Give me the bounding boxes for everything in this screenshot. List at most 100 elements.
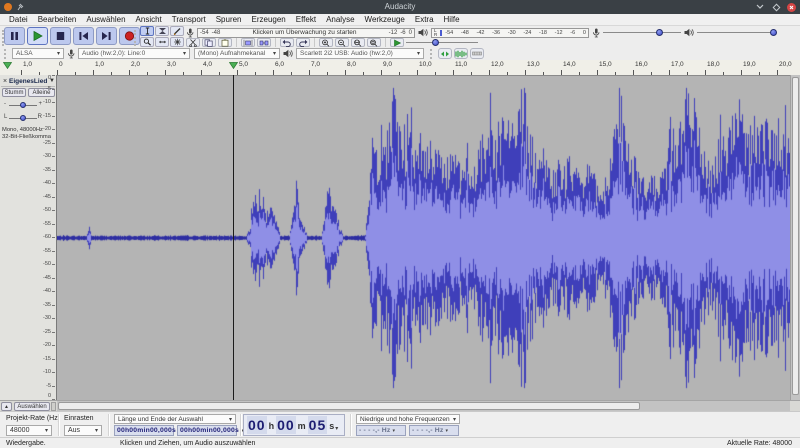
vertical-scrollbar[interactable] xyxy=(790,75,800,400)
skip-to-start-button[interactable] xyxy=(73,27,94,45)
minimize-button[interactable] xyxy=(755,2,765,12)
maximize-button[interactable] xyxy=(771,2,781,12)
audio-position-display[interactable]: 00 h 00 m 05 s ▾ xyxy=(243,414,345,436)
toolbar-separator xyxy=(314,38,315,47)
toolbar-grip[interactable] xyxy=(430,49,436,59)
skip-to-end-button[interactable] xyxy=(96,27,117,45)
db-label: -40 xyxy=(43,288,51,294)
timeline-pin-icon[interactable] xyxy=(3,62,12,69)
multi-tool-button[interactable] xyxy=(170,37,184,47)
menu-hilfe[interactable]: Hilfe xyxy=(439,14,465,26)
draw-tool-button[interactable] xyxy=(170,26,184,36)
track-close-button[interactable]: × xyxy=(1,78,9,85)
menu-auswhlen[interactable]: Auswählen xyxy=(81,14,130,26)
play-at-speed-button[interactable] xyxy=(390,38,404,47)
selection-mode-select[interactable]: Länge und Ende der Auswahl▾ xyxy=(114,414,236,424)
pause-button[interactable] xyxy=(4,27,25,45)
pan-knob[interactable] xyxy=(20,115,26,121)
play-volume-slider[interactable] xyxy=(697,28,775,37)
toolbar-grip[interactable] xyxy=(4,49,10,59)
menu-spuren[interactable]: Spuren xyxy=(211,14,247,26)
vertical-db-ruler[interactable]: 0-5-10-15-20-25-30-35-40-45-50-55-60-55-… xyxy=(40,75,55,400)
menu-effekt[interactable]: Effekt xyxy=(291,14,321,26)
menu-bearbeiten[interactable]: Bearbeiten xyxy=(33,14,82,26)
db-tick xyxy=(52,170,55,171)
menu-werkzeuge[interactable]: Werkzeuge xyxy=(360,14,410,26)
collapse-track-button[interactable]: ▲ xyxy=(1,402,12,411)
db-label: -25 xyxy=(43,329,51,335)
playback-device-select[interactable]: Scarlett 2i2 USB: Audio (hw:2,0)▾ xyxy=(296,48,424,59)
selection-end-field[interactable]: 00h00min00,000s▾ xyxy=(177,425,237,436)
time-shift-tool-button[interactable] xyxy=(155,37,169,47)
redo-button[interactable] xyxy=(296,38,310,47)
stop-button[interactable] xyxy=(50,27,71,45)
zoom-in-button[interactable] xyxy=(319,38,333,47)
recording-device-select[interactable]: Audio (hw:2,0): Line:0▾ xyxy=(78,48,190,59)
snap-select[interactable]: Aus▾ xyxy=(64,425,102,436)
menu-analyse[interactable]: Analyse xyxy=(321,14,359,26)
horizontal-scrollbar-thumb[interactable] xyxy=(58,402,640,410)
play-speed-knob[interactable] xyxy=(432,39,439,46)
copy-button[interactable] xyxy=(202,38,216,47)
selection-length-field[interactable]: 00h00min00,000s▾ xyxy=(114,425,174,436)
menu-transport[interactable]: Transport xyxy=(167,14,211,26)
ruler-label: 18,0 xyxy=(707,61,720,68)
status-playback: Wiedergabe. xyxy=(6,440,46,447)
playhead-marker-icon[interactable] xyxy=(229,62,238,69)
gain-slider[interactable]: - + xyxy=(4,100,42,110)
pan-slider[interactable]: L R xyxy=(4,113,42,123)
timeline-ruler[interactable]: 1,001,02,03,04,05,06,07,08,09,010,011,01… xyxy=(0,60,800,76)
horizontal-scrollbar[interactable] xyxy=(57,401,790,411)
track-waveform-area[interactable] xyxy=(57,75,790,400)
paste-button[interactable] xyxy=(218,38,232,47)
selection-tool-button[interactable] xyxy=(140,26,154,36)
menu-erzeugen[interactable]: Erzeugen xyxy=(247,14,291,26)
seek-button[interactable] xyxy=(454,48,468,59)
gain-knob[interactable] xyxy=(20,102,26,108)
slider-groove xyxy=(603,32,681,33)
db-tick xyxy=(52,386,55,387)
playhead-line xyxy=(233,75,234,400)
record-meter[interactable]: -54 -48 Klicken um Überwachung zu starte… xyxy=(197,28,415,38)
zoom-tool-button[interactable] xyxy=(140,37,154,47)
envelope-tool-button[interactable] xyxy=(155,26,169,36)
zoom-out-button[interactable] xyxy=(335,38,349,47)
ruler-label: 9,0 xyxy=(383,61,392,68)
play-speed-slider[interactable] xyxy=(406,38,478,47)
recording-channels-select[interactable]: (Mono) Aufnahmekanal▾ xyxy=(194,48,280,59)
meter-channel-label: R xyxy=(434,33,437,37)
menu-extra[interactable]: Extra xyxy=(410,14,439,26)
record-volume-slider[interactable] xyxy=(603,28,681,37)
spectral-high-field[interactable]: - - - -,- Hz▾ xyxy=(409,425,459,436)
play-meter[interactable]: LR -54-48-42-36-30-24-18-12-60 xyxy=(431,28,589,38)
menu-ansicht[interactable]: Ansicht xyxy=(131,14,167,26)
scrub-ruler-toggle[interactable] xyxy=(470,48,484,59)
zoom-fit-button[interactable] xyxy=(367,38,381,47)
ruler-label: 16,0 xyxy=(635,61,648,68)
close-button[interactable] xyxy=(787,3,796,12)
cut-button[interactable] xyxy=(186,38,200,47)
play-volume-knob[interactable] xyxy=(770,29,777,36)
meter-tick: -36 xyxy=(492,30,500,36)
play-button[interactable] xyxy=(27,27,48,45)
spectral-low-field[interactable]: - - - -,- Hz▾ xyxy=(356,425,406,436)
spectral-mode-select[interactable]: Niedrige und hohe Frequenzen▾ xyxy=(356,414,460,424)
project-rate-select[interactable]: 48000▾ xyxy=(6,425,52,436)
panel-resize-handle[interactable] xyxy=(51,402,56,411)
db-tick xyxy=(52,143,55,144)
project-rate-value: 48000 xyxy=(10,427,29,434)
mute-button[interactable]: Stumm xyxy=(2,88,26,97)
track-select-button[interactable]: Auswählen xyxy=(14,402,50,411)
waveform-canvas[interactable] xyxy=(57,76,790,401)
silence-selection-button[interactable] xyxy=(257,38,271,47)
scrub-button[interactable] xyxy=(438,48,452,59)
vertical-scrollbar-thumb[interactable] xyxy=(792,77,799,395)
record-volume-knob[interactable] xyxy=(656,29,663,36)
menu-datei[interactable]: Datei xyxy=(4,14,33,26)
zoom-selection-button[interactable] xyxy=(351,38,365,47)
audio-host-select[interactable]: ALSA▾ xyxy=(12,48,64,59)
undo-button[interactable] xyxy=(280,38,294,47)
recording-device-value: Audio (hw:2,0): Line:0 xyxy=(82,50,145,57)
db-label: -5 xyxy=(46,383,51,389)
trim-outside-button[interactable] xyxy=(241,38,255,47)
